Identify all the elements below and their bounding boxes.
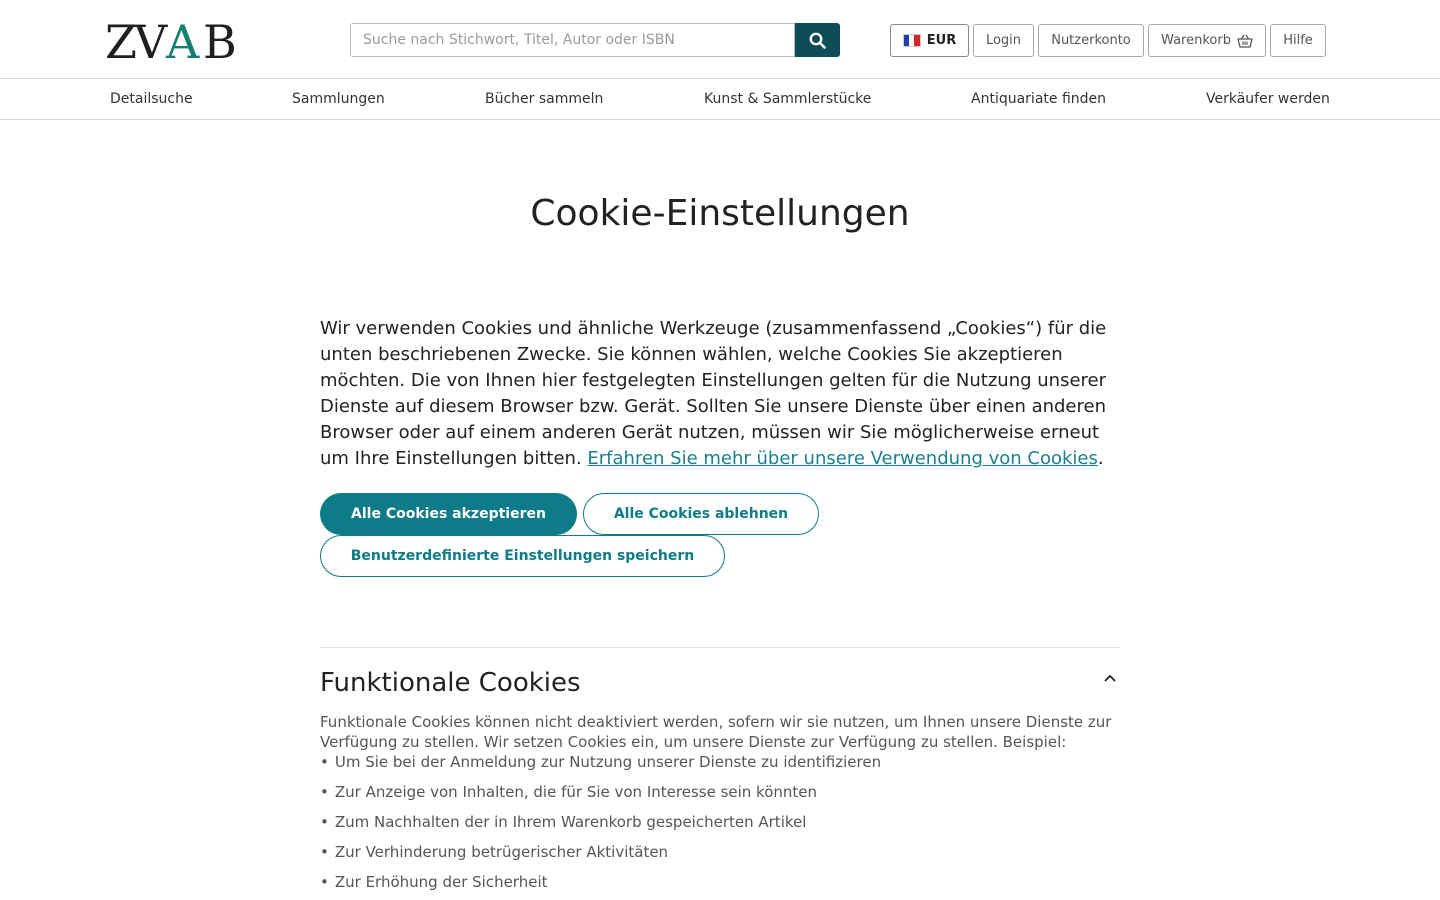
svg-text:Z: Z [105, 20, 136, 60]
list-item: Um Sie bei der Anmeldung zur Nutzung uns… [320, 752, 1120, 782]
search-bar [350, 23, 840, 57]
decline-all-cookies-button[interactable]: Alle Cookies ablehnen [583, 493, 819, 535]
cart-label: Warenkorb [1161, 33, 1231, 48]
cart-button[interactable]: Warenkorb [1148, 24, 1266, 57]
section-divider [320, 647, 1120, 648]
save-custom-settings-button[interactable]: Benutzerdefinierte Einstellungen speiche… [320, 535, 725, 577]
chevron-up-icon[interactable] [1102, 670, 1118, 686]
nav-item-kunst-sammlerstuecke[interactable]: Kunst & Sammlerstücke [704, 91, 871, 107]
nav-item-buecher-sammeln[interactable]: Bücher sammeln [485, 91, 603, 107]
basket-icon [1237, 34, 1253, 48]
search-input[interactable] [350, 23, 795, 57]
currency-selector[interactable]: EUR [890, 24, 969, 57]
list-item: Zur Verhinderung betrügerischer Aktivitä… [320, 842, 1120, 872]
intro-text: Wir verwenden Cookies und ähnliche Werkz… [320, 316, 1120, 472]
france-flag-icon [902, 34, 921, 47]
login-button[interactable]: Login [973, 24, 1034, 57]
nav-item-verkaeufer-werden[interactable]: Verkäufer werden [1206, 91, 1330, 107]
search-button[interactable] [795, 23, 840, 57]
nav-item-antiquariate-finden[interactable]: Antiquariate finden [971, 91, 1106, 107]
main-nav: Detailsuche Sammlungen Bücher sammeln Ku… [0, 80, 1440, 120]
zvab-logo[interactable]: Z V A B [105, 20, 243, 60]
accept-all-cookies-button[interactable]: Alle Cookies akzeptieren [320, 493, 577, 535]
currency-label: EUR [926, 33, 957, 48]
search-icon [809, 32, 826, 49]
help-button[interactable]: Hilfe [1270, 24, 1326, 57]
intro-body: Wir verwenden Cookies und ähnliche Werkz… [320, 318, 1107, 469]
functional-cookies-heading: Funktionale Cookies [320, 668, 581, 698]
functional-cookies-list: Um Sie bei der Anmeldung zur Nutzung uns… [320, 752, 1120, 900]
nav-item-sammlungen[interactable]: Sammlungen [292, 91, 385, 107]
list-item: Zur Anzeige von Inhalten, die für Sie vo… [320, 782, 1120, 812]
account-button[interactable]: Nutzerkonto [1038, 24, 1144, 57]
page-title: Cookie-Einstellungen [530, 193, 910, 234]
intro-end: . [1097, 448, 1104, 469]
svg-text:A: A [165, 20, 200, 60]
functional-cookies-description: Funktionale Cookies können nicht deaktiv… [320, 713, 1112, 751]
cookie-policy-link[interactable]: Erfahren Sie mehr über unsere Verwendung… [587, 448, 1097, 469]
svg-text:B: B [203, 20, 234, 60]
nav-item-detailsuche[interactable]: Detailsuche [110, 91, 193, 107]
list-item: Zur Erhöhung der Sicherheit [320, 872, 1120, 900]
site-header: Z V A B EUR Login Nutzerkonto Warenkorb [0, 0, 1440, 79]
list-item: Zum Nachhalten der in Ihrem Warenkorb ge… [320, 812, 1120, 842]
svg-text:V: V [133, 20, 168, 60]
